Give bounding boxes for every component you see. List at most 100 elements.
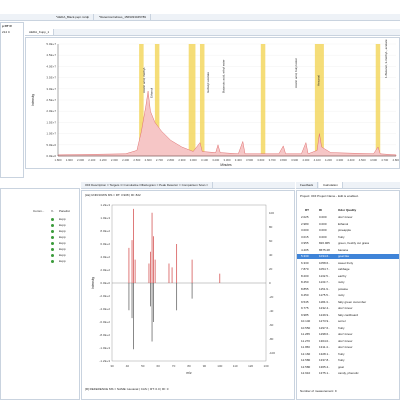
project-label: Project: ODI Project Name - Edit is enab… (300, 194, 359, 198)
chrom-x-tick: 4.300 (336, 158, 343, 162)
spec-y-label: Intensity (91, 277, 95, 289)
spec-x-tick: 70 (172, 364, 176, 368)
spec-y-tick: -6.0E+2 (99, 320, 110, 324)
spec-y-tick: 1.2E+3 (100, 203, 110, 207)
status-icon (51, 230, 54, 233)
odor-band[interactable] (260, 44, 266, 156)
odor-row[interactable]: 12.580 1337.8.. fruity (297, 358, 399, 363)
panelist-row[interactable]: kupp (3, 253, 79, 258)
spec-y-tick-right: 60 (269, 239, 273, 243)
odor-row[interactable]: 4.405 8675.28 banana (297, 248, 399, 253)
chrom-x-tick: 3.400 (235, 158, 242, 162)
odor-band[interactable] (199, 44, 205, 156)
status-icon (51, 236, 54, 239)
odor-row[interactable]: 2.980 0.000 Ethanol (297, 222, 399, 227)
tab-aeda-kupp[interactable]: AEDA_Kupp_1 (25, 29, 55, 35)
odor-row[interactable]: 9.775 1232.4.. don't know (297, 306, 399, 311)
odor-row[interactable]: 12.910 1375.1.. candy, phenolic (297, 371, 399, 376)
spec-y-tick-right: -40 (269, 309, 274, 313)
chromatogram-chart[interactable]: 5.0E+7 4.5E+7 4.0E+7 3.5E+7 3.0E+7 2.5E+7 2.0E… (26, 38, 400, 169)
chrom-x-tick: 4.800 (393, 158, 400, 162)
peak-label: Acetic acid, butyl ester (294, 58, 298, 88)
panelist-row[interactable]: kupp (3, 217, 79, 222)
chrom-tab-strip: AEDA_Kupp_1 (25, 29, 400, 36)
odor-band[interactable] (188, 44, 196, 156)
odor-row[interactable]: 6.330 1058.6.. sweet fruity (297, 261, 399, 266)
panelist-row[interactable]: kupp (3, 235, 79, 240)
odor-row[interactable]: 3.000 0.000 pineapple (297, 228, 399, 233)
spec-x-tick: 130 (263, 364, 268, 368)
panelist-row[interactable]: kupp (3, 247, 79, 252)
spec-y-tick: 4.0E+2 (100, 255, 110, 259)
panelist-row[interactable]: kupp (3, 223, 79, 228)
odor-row[interactable]: 3.015 0.000 fruity (297, 235, 399, 240)
odor-row[interactable]: 11.265 1298.6.. don't know (297, 332, 399, 337)
spec-y-tick-right: -20 (269, 295, 274, 299)
spec-x-tick: 120 (248, 364, 253, 368)
chrom-x-tick: 3.100 (201, 158, 208, 162)
odor-row[interactable]: 9.450 1175.5.. nutty (297, 293, 399, 298)
spec-y-tick-right: 40 (269, 253, 273, 257)
chrom-y-tick: 3.0E+7 (46, 87, 56, 91)
spectrum-panel: [LE] UNKNOWN MS = RT: 3.908 | RI: 822 1.… (81, 190, 295, 400)
odor-row[interactable]: 9.545 1184.3.. fatty green cucumber (297, 300, 399, 305)
odor-row[interactable]: 8.200 1132.5.. earthy (297, 274, 399, 279)
status-icon (51, 254, 54, 257)
editor-tab-retention[interactable]: *RetentionIndices_1569333045789 (95, 14, 151, 20)
odor-row[interactable]: 7.870 1054.7.. cabbage (297, 267, 399, 272)
peak-label: Butanoic acid, ethyl ester (222, 59, 226, 93)
left-bottom-panel: Comm... V.. Panelist kupp kupp kupp kupp kup… (0, 188, 80, 400)
odor-row[interactable]: 11.950 1311.4.. don't know (297, 345, 399, 350)
spec-y-tick-right: -100 (269, 351, 275, 355)
chrom-x-tick: 2.000 (77, 158, 84, 162)
spec-x-tick: 60 (157, 364, 161, 368)
odor-row[interactable]: 12.160 1328.1.. fruity (297, 352, 399, 357)
chrom-x-tick: 2.600 (145, 158, 152, 162)
editor-tab-aeda[interactable]: *AEDA_Black.pepr.mzdp (52, 14, 95, 20)
peak-label: Isobutyl acetate (206, 72, 210, 93)
chrom-x-tick: 3.500 (246, 158, 253, 162)
odor-row[interactable]: 5.330 1034.6.. goat like (297, 254, 399, 260)
measurement-count: Number of measurement: 9 (300, 389, 337, 393)
panelist-row[interactable]: kupp (3, 259, 79, 264)
odor-row[interactable]: 10.550 1297.6.. fruity (297, 326, 399, 331)
spec-x-tick: 90 (203, 364, 207, 368)
chromatogram-panel: 5.0E+7 4.5E+7 4.0E+7 3.5E+7 3.0E+7 2.5E+7 2.0E… (25, 37, 400, 169)
status-icon (51, 242, 54, 245)
status-icon (51, 224, 54, 227)
odor-row[interactable]: 12.580 1365.4.. goat (297, 365, 399, 370)
spectrum-header: [LE] UNKNOWN MS = RT: 3.908 | RI: 822 (85, 193, 141, 197)
spec-x-tick: 50 (141, 364, 145, 368)
spectrum-chart[interactable]: 1.2E+3 1.0E+3 8.0E+2 6.0E+2 4.0E+2 2.0E+2 0.0E… (82, 199, 295, 385)
odor-row[interactable]: 9.985 1249.9.. fatty cardboard (297, 313, 399, 318)
odor-row[interactable]: 8.855 1151.9.. potatoe (297, 287, 399, 292)
chrom-y-tick: 2.5E+7 (46, 98, 56, 102)
tab-feedback[interactable]: Feedback (296, 182, 319, 188)
spec-y-tick: 0.0E+0 (100, 281, 110, 285)
chrom-x-tick: 3.000 (190, 158, 197, 162)
spec-y-tick: -8.0E+2 (99, 333, 110, 337)
chrom-y-tick: 5.0E+6 (46, 143, 56, 147)
chrom-x-tick: 2.300 (111, 158, 118, 162)
spec-y-tick-right: 80 (269, 225, 273, 229)
odor-row[interactable]: 2.025 0.000 don't know (297, 215, 399, 220)
chrom-x-tick: 2.800 (167, 158, 174, 162)
odor-row[interactable]: 3.955 826.965 green, freshly cut grass (297, 241, 399, 246)
chrom-y-tick: 4.0E+7 (46, 64, 56, 68)
spec-y-tick: 1.0E+3 (100, 216, 110, 220)
panelist-row[interactable]: kupp (3, 241, 79, 246)
odor-row[interactable]: 10.140 1273.9.. sorrel (297, 319, 399, 324)
odor-band[interactable] (375, 44, 381, 156)
chrom-x-tick: 3.800 (280, 158, 287, 162)
odor-row[interactable]: 11.270 1304.0.. don't know (297, 339, 399, 344)
odor-row[interactable]: 8.450 1133.7.. nutty (297, 280, 399, 285)
spec-x-tick: 100 (217, 364, 222, 368)
tab-calculation[interactable]: Calculation (319, 182, 343, 188)
odor-table-panel: Project: ODI Project Name - Edit is enab… (296, 190, 400, 400)
right-tab-strip: Feedback Calculation (296, 182, 400, 189)
status-icon (51, 218, 54, 221)
spec-x-tick: 110 (233, 364, 238, 368)
panelist-row[interactable]: kupp (3, 229, 79, 234)
center-tabs[interactable]: ODI Description = Targets ⊙ Cumulative O… (81, 182, 214, 188)
chrom-y-tick: 2.0E+7 (46, 109, 56, 113)
